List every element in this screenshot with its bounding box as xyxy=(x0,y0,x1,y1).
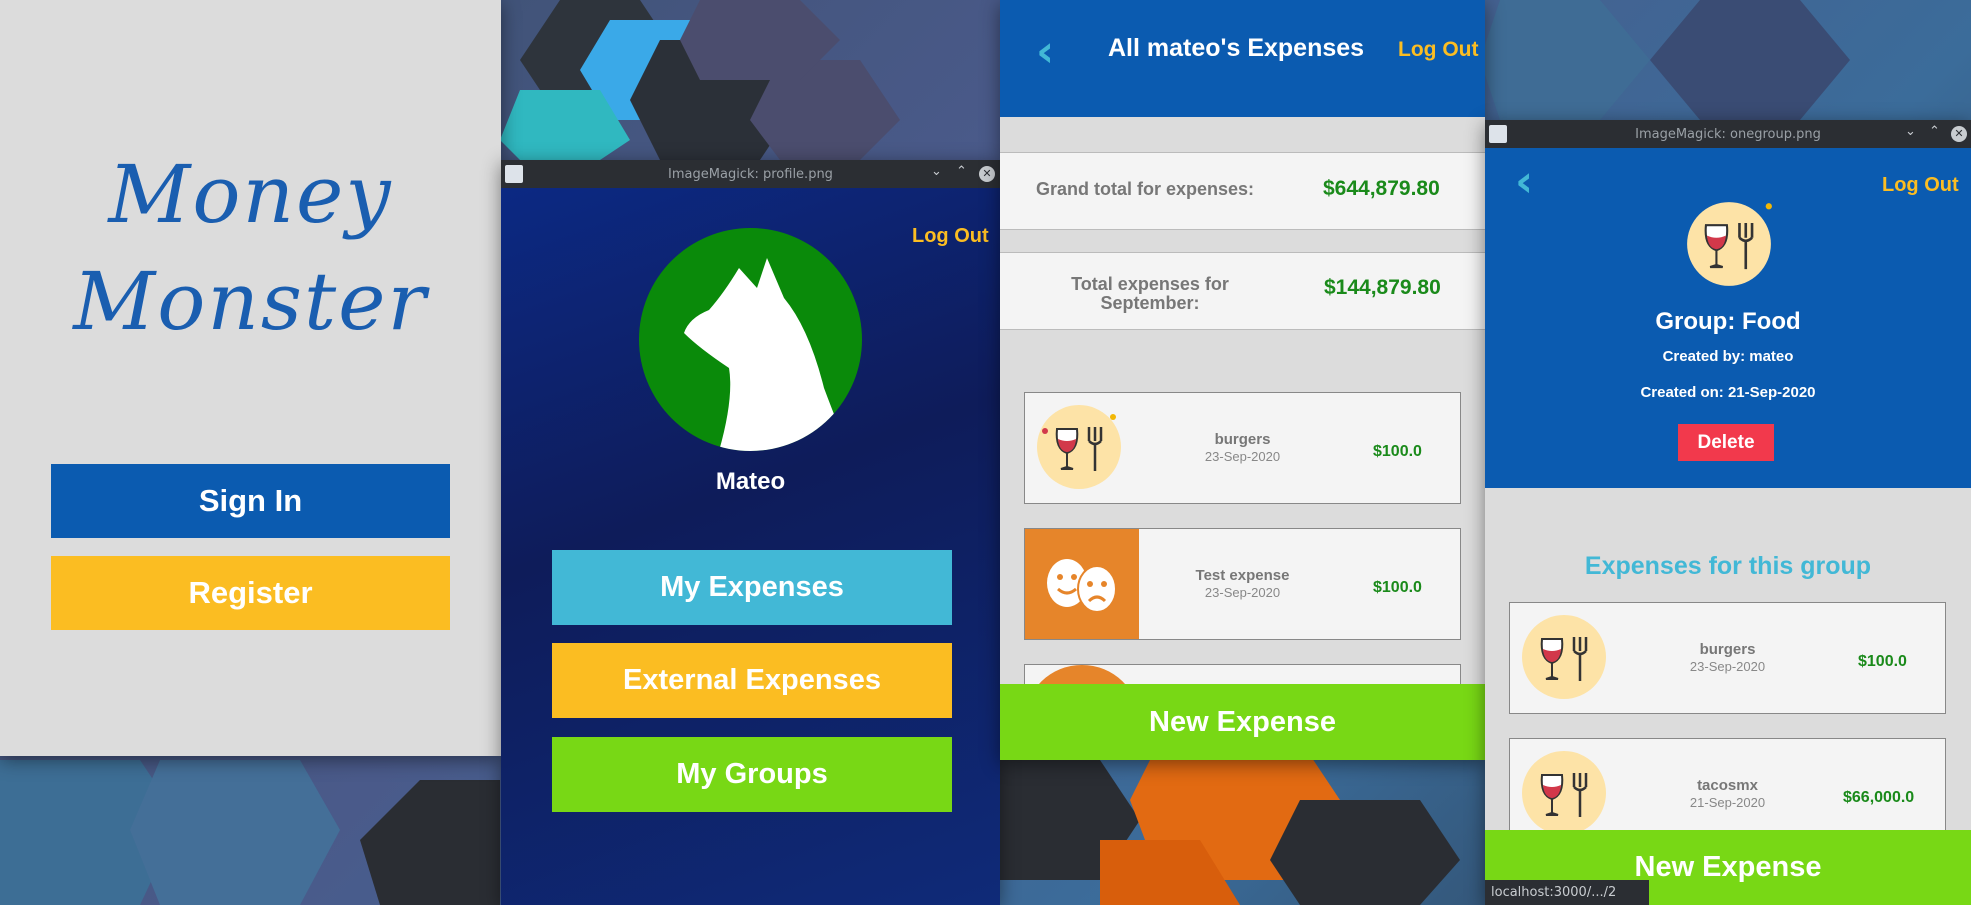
external-expenses-button[interactable]: External Expenses xyxy=(552,643,952,718)
back-arrow-icon[interactable]: ‹ xyxy=(1515,156,1533,207)
logout-link[interactable]: Log Out xyxy=(1398,38,1478,62)
logout-link[interactable]: Log Out xyxy=(912,225,989,248)
maximize-icon[interactable]: ⌃ xyxy=(956,164,967,179)
app-logo-line2: Monster xyxy=(73,255,428,348)
profile-window: ImageMagick: profile.png ⌄ ⌃ ✕ Log Out M… xyxy=(501,160,1000,905)
month-total-label: Total expenses for September: xyxy=(1071,274,1229,313)
new-expense-button[interactable]: New Expense xyxy=(1000,684,1485,760)
sign-in-button[interactable]: Sign In xyxy=(51,464,450,538)
group-created-by: Created by: mateo xyxy=(1662,348,1794,365)
app-logo-line1: Money xyxy=(108,148,393,241)
expense-amount: $66,000.0 xyxy=(1843,789,1915,806)
month-total-card: Total expenses for September: $144,879.8… xyxy=(1000,252,1485,330)
delete-button[interactable]: Delete xyxy=(1678,424,1774,461)
expense-item[interactable]: burgers 23-Sep-2020 $100.0 xyxy=(1024,392,1461,504)
section-title: Expenses for this group xyxy=(1584,552,1872,580)
imagemagick-icon xyxy=(505,165,523,183)
food-icon xyxy=(1685,200,1773,288)
login-window: Money Monster Sign In Register xyxy=(0,0,501,756)
my-groups-button[interactable]: My Groups xyxy=(552,737,952,812)
maximize-icon[interactable]: ⌃ xyxy=(1929,124,1940,139)
grand-total-card: Grand total for expenses: $644,879.80 xyxy=(1000,152,1485,230)
grand-total-label: Grand total for expenses: xyxy=(1036,179,1255,199)
avatar xyxy=(639,228,862,451)
register-button[interactable]: Register xyxy=(51,556,450,630)
back-arrow-icon[interactable]: ‹ xyxy=(1036,26,1054,77)
expense-item[interactable]: burgers 23-Sep-2020 $100.0 xyxy=(1509,602,1946,714)
username: Mateo xyxy=(715,468,786,495)
expenses-window: ‹ All mateo's Expenses Log Out Grand tot… xyxy=(1000,0,1485,760)
minimize-icon[interactable]: ⌄ xyxy=(931,164,942,179)
status-bar-url: localhost:3000/.../2 xyxy=(1485,880,1649,905)
my-expenses-button[interactable]: My Expenses xyxy=(552,550,952,625)
window-title: ImageMagick: profile.png xyxy=(668,166,833,182)
dog-silhouette-icon xyxy=(684,258,849,451)
month-total-value: $144,879.80 xyxy=(1324,276,1441,299)
group-window: ImageMagick: onegroup.png ⌄ ⌃ ✕ ‹ Log Ou… xyxy=(1485,120,1971,905)
group-created-on: Created on: 21-Sep-2020 xyxy=(1640,384,1816,401)
expense-item[interactable]: Test expense 23-Sep-2020 $100.0 xyxy=(1024,528,1461,640)
expense-amount: $100.0 xyxy=(1373,443,1422,460)
minimize-icon[interactable]: ⌄ xyxy=(1905,124,1916,139)
group-header: ‹ Log Out Group: Food Created by: mateo … xyxy=(1485,148,1971,488)
header-bar: ‹ All mateo's Expenses Log Out xyxy=(1000,0,1485,117)
window-title: ImageMagick: onegroup.png xyxy=(1635,126,1821,142)
logout-link[interactable]: Log Out xyxy=(1882,174,1959,197)
titlebar[interactable]: ImageMagick: onegroup.png ⌄ ⌃ ✕ xyxy=(1485,120,1971,148)
expense-amount: $100.0 xyxy=(1858,653,1907,670)
close-icon[interactable]: ✕ xyxy=(1951,126,1967,142)
group-name: Group: Food xyxy=(1655,308,1801,335)
imagemagick-icon xyxy=(1489,125,1507,143)
grand-total-value: $644,879.80 xyxy=(1323,177,1440,200)
close-icon[interactable]: ✕ xyxy=(979,166,995,182)
expense-amount: $100.0 xyxy=(1373,579,1422,596)
titlebar[interactable]: ImageMagick: profile.png ⌄ ⌃ ✕ xyxy=(501,160,1000,188)
page-title: All mateo's Expenses xyxy=(1108,34,1365,62)
theater-masks-icon xyxy=(1025,529,1139,639)
